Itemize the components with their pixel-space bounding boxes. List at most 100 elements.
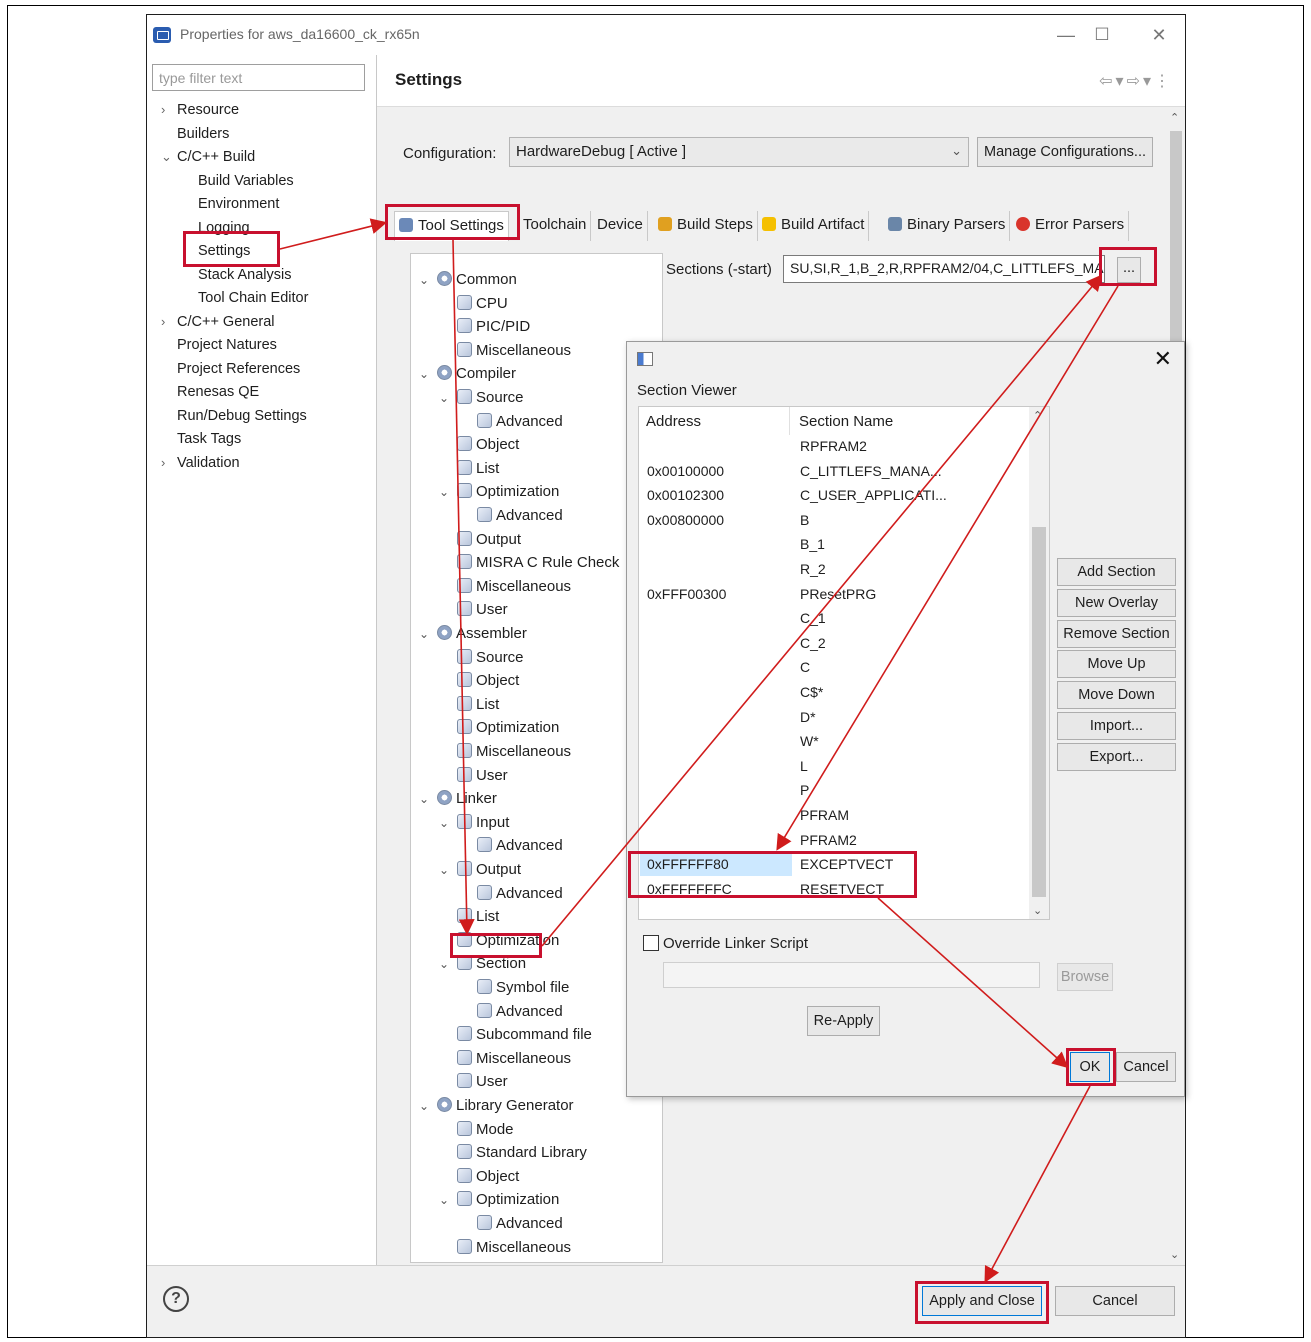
tree-node-source[interactable]: ⌄ Source [439,387,524,409]
table-row[interactable]: 0x00102300 C_USER_APPLICATI... [640,483,1028,507]
export-button[interactable]: Export... [1057,742,1176,771]
tree-node-object[interactable]: Object [439,434,519,456]
tab-error-parsers[interactable]: Error Parsers [1012,211,1130,241]
sections-input[interactable]: SU,SI,R_1,B_2,R,RPFRAM2/04,C_LITTLEFS_MA… [783,255,1105,283]
chevron-down-icon[interactable]: ⌄ [439,812,457,834]
chevron-right-icon[interactable]: › [161,99,177,121]
history-nav-icons[interactable]: ⇦▾⇨▾⋮ [1099,71,1173,91]
table-row[interactable]: 0xFFF00300 PResetPRG [640,582,1028,606]
table-row[interactable]: B_1 [640,532,1028,556]
tree-node-assembler[interactable]: ⌄ Assembler [419,623,527,645]
table-row[interactable]: PFRAM2 [640,828,1028,852]
checkbox-box[interactable] [643,935,659,951]
tree-node-user[interactable]: User [439,1071,508,1093]
chevron-down-icon[interactable]: ⌄ [439,387,457,409]
scroll-up-icon[interactable]: ⌃ [1033,409,1042,422]
table-row[interactable]: C_2 [640,631,1028,655]
tree-node-standard-library[interactable]: Standard Library [439,1142,587,1164]
tree-node-compiler[interactable]: ⌄ Compiler [419,363,516,385]
tree-node-miscellaneous[interactable]: Miscellaneous [439,576,571,598]
table-scrollbar[interactable]: ⌃ ⌄ [1029,407,1049,919]
chevron-down-icon[interactable]: ⌄ [439,481,457,503]
override-linker-script-checkbox[interactable]: Override Linker Script [643,935,808,952]
configuration-select[interactable]: HardwareDebug [ Active ] ⌄ [509,137,969,167]
nav-item-project-references[interactable]: Project References [177,358,300,380]
tree-node-object[interactable]: Object [439,670,519,692]
chevron-right-icon[interactable]: › [161,311,177,333]
tree-node-output[interactable]: Output [439,529,521,551]
dialog-cancel-button[interactable]: Cancel [1116,1052,1176,1082]
chevron-right-icon[interactable]: › [161,452,177,474]
tree-node-subcommand-file[interactable]: Subcommand file [439,1024,592,1046]
tree-node-pic-pid[interactable]: PIC/PID [439,316,530,338]
scroll-down-icon[interactable]: ⌄ [1170,1248,1179,1261]
tree-node-list[interactable]: List [439,458,499,480]
tree-node-common[interactable]: ⌄ Common [419,269,517,291]
tree-node-miscellaneous[interactable]: Miscellaneous [439,1048,571,1070]
tree-node-advanced[interactable]: Advanced [459,1213,563,1235]
tree-node-misra-c-rule-check[interactable]: MISRA C Rule Check [439,552,619,574]
table-row[interactable]: 0x00100000 C_LITTLEFS_MANA... [640,459,1028,483]
table-row[interactable]: C$* [640,680,1028,704]
chevron-down-icon[interactable]: ⌄ [419,623,437,645]
tree-node-user[interactable]: User [439,765,508,787]
tree-node-miscellaneous[interactable]: Miscellaneous [439,1237,571,1259]
tab-build-steps[interactable]: Build Steps [654,211,758,241]
tab-build-artifact[interactable]: Build Artifact [758,211,870,241]
tree-node-input[interactable]: ⌄ Input [439,812,509,834]
nav-item-project-natures[interactable]: Project Natures [177,334,277,356]
minimize-button[interactable]: — [1051,22,1081,48]
nav-item-resource[interactable]: › Resource [161,99,239,121]
chevron-down-icon[interactable]: ⌄ [419,363,437,385]
help-icon[interactable]: ? [163,1286,189,1312]
table-row[interactable]: C [640,655,1028,679]
tree-node-advanced[interactable]: Advanced [459,835,563,857]
tree-node-advanced[interactable]: Advanced [459,411,563,433]
table-row[interactable]: D* [640,705,1028,729]
tree-node-optimization[interactable]: ⌄ Optimization [439,481,559,503]
tree-node-miscellaneous[interactable]: Miscellaneous [439,340,571,362]
scrollbar-thumb[interactable] [1170,131,1182,346]
nav-item-run-debug-settings[interactable]: Run/Debug Settings [177,405,307,427]
nav-item-c-c-general[interactable]: › C/C++ General [161,311,275,333]
re-apply-button[interactable]: Re-Apply [807,1006,880,1036]
tree-node-output[interactable]: ⌄ Output [439,859,521,881]
chevron-down-icon[interactable]: ⌄ [419,788,437,810]
maximize-button[interactable]: ☐ [1087,22,1117,48]
address-column-header[interactable]: Address [646,413,701,430]
table-row[interactable]: P [640,778,1028,802]
tree-node-list[interactable]: List [439,694,499,716]
filter-input[interactable] [152,64,365,91]
nav-item-validation[interactable]: › Validation [161,452,240,474]
tree-node-optimization[interactable]: Optimization [439,717,559,739]
tab-binary-parsers[interactable]: Binary Parsers [884,211,1011,241]
nav-item-builders[interactable]: Builders [177,123,229,145]
move-down-button[interactable]: Move Down [1057,681,1176,710]
table-row[interactable]: R_2 [640,557,1028,581]
remove-section-button[interactable]: Remove Section [1057,619,1176,648]
tab-device[interactable]: Device [593,211,648,241]
tree-node-mode[interactable]: Mode [439,1119,514,1141]
chevron-down-icon[interactable]: ⌄ [419,1095,437,1117]
nav-item-build-variables[interactable]: Build Variables [198,170,294,192]
tree-node-advanced[interactable]: Advanced [459,883,563,905]
table-row[interactable]: 0x00800000 B [640,508,1028,532]
table-row[interactable]: RPFRAM2 [640,434,1028,458]
tree-node-object[interactable]: Object [439,1166,519,1188]
tree-node-advanced[interactable]: Advanced [459,1001,563,1023]
nav-item-environment[interactable]: Environment [198,193,279,215]
nav-item-tool-chain-editor[interactable]: Tool Chain Editor [198,287,308,309]
nav-item-c-c-build[interactable]: ⌄ C/C++ Build [161,146,255,168]
nav-item-task-tags[interactable]: Task Tags [177,428,241,450]
chevron-down-icon[interactable]: ⌄ [161,146,177,168]
table-row[interactable]: L [640,754,1028,778]
chevron-down-icon[interactable]: ⌄ [419,269,437,291]
tree-node-user[interactable]: User [439,599,508,621]
tree-node-linker[interactable]: ⌄ Linker [419,788,497,810]
tab-toolchain[interactable]: Toolchain [519,211,592,241]
tree-node-source[interactable]: Source [439,647,524,669]
scroll-up-icon[interactable]: ⌃ [1170,111,1179,124]
nav-item-renesas-qe[interactable]: Renesas QE [177,381,259,403]
close-button[interactable]: ✕ [1144,22,1174,48]
table-scrollbar-thumb[interactable] [1032,527,1046,897]
